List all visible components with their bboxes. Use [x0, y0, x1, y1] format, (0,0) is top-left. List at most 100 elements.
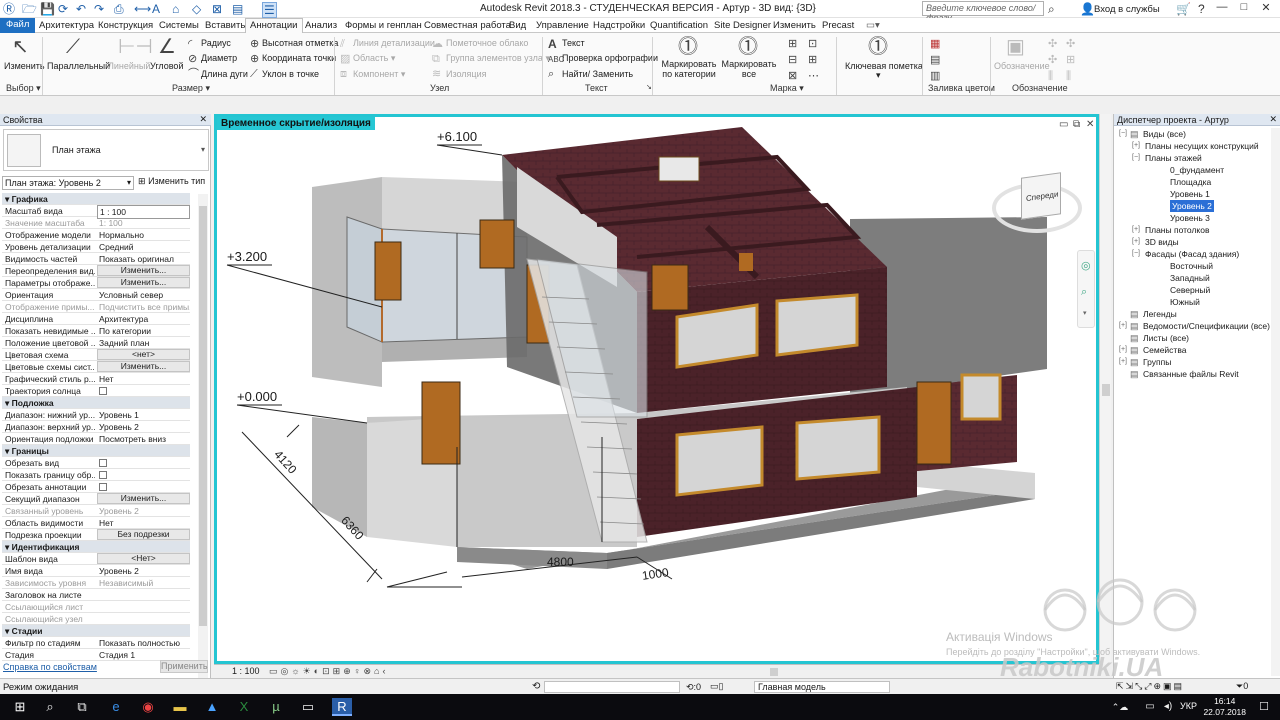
- property-value[interactable]: Задний план: [97, 337, 190, 349]
- workset-dropdown[interactable]: [544, 681, 680, 693]
- property-section[interactable]: ▾ Подложка: [2, 397, 190, 409]
- browser-scrollbar[interactable]: [1271, 128, 1280, 676]
- path-reinf-icon[interactable]: ✣: [1048, 53, 1057, 67]
- tab-manage[interactable]: Управление: [532, 19, 593, 33]
- system-clock[interactable]: 16:14 22.07.2018: [1203, 696, 1246, 718]
- tab-systems[interactable]: Системы: [155, 19, 203, 33]
- browser-tree-item[interactable]: Семейства: [1143, 344, 1186, 356]
- linear-dim-button[interactable]: Линейный: [108, 61, 150, 71]
- tab-precast[interactable]: Precast: [818, 19, 858, 33]
- search-input[interactable]: Введите ключевое слово/фразу: [922, 1, 1044, 23]
- tag-beam-icon[interactable]: ⊠: [788, 69, 797, 83]
- group-dimension[interactable]: Размер ▾: [172, 83, 210, 94]
- browser-tree-item[interactable]: Связанные файлы Revit: [1143, 368, 1239, 380]
- type-dropdown-icon[interactable]: ▾: [201, 145, 205, 154]
- arc-length-button[interactable]: Длина дуги: [201, 69, 248, 79]
- duct-legend-icon[interactable]: ▤: [930, 53, 940, 67]
- design-option-dropdown[interactable]: Главная модель: [754, 681, 890, 693]
- viewport-hscroll-thumb[interactable]: [770, 668, 778, 676]
- revision-cloud-button[interactable]: Пометочное облако: [446, 38, 528, 48]
- browser-tree-item[interactable]: Легенды: [1143, 308, 1177, 320]
- browser-tree-item[interactable]: Фасады (Фасад здания): [1145, 248, 1239, 260]
- diameter-button[interactable]: Диаметр: [201, 53, 237, 63]
- zoom-icon[interactable]: ⌕: [1081, 286, 1087, 299]
- tray-icons[interactable]: ⌃☁: [1110, 698, 1130, 716]
- group-text[interactable]: Текст: [585, 83, 608, 93]
- property-value[interactable]: Нормально: [97, 229, 190, 241]
- tag-stair-icon[interactable]: ⋯: [808, 69, 819, 83]
- help-icon[interactable]: ?: [1198, 2, 1205, 16]
- browser-tree-item[interactable]: Планы несущих конструкций: [1145, 140, 1259, 152]
- tab-modify[interactable]: Изменить: [769, 19, 820, 33]
- spot-elevation-button[interactable]: Высотная отметка: [262, 38, 338, 48]
- cart-icon[interactable]: 🛒: [1176, 2, 1191, 16]
- property-value[interactable]: Нет: [97, 517, 190, 529]
- design-options-icon[interactable]: ▭▯: [710, 681, 723, 692]
- edit-type-button[interactable]: ⊞ Изменить тип: [138, 176, 205, 187]
- start-icon[interactable]: ⊞: [10, 698, 30, 716]
- tree-expander-icon[interactable]: [+]: [1119, 322, 1127, 329]
- region-button[interactable]: Область ▾: [353, 53, 395, 64]
- redo-icon[interactable]: ↷: [94, 2, 104, 16]
- ribbon-toggle-icon[interactable]: ▭▾: [862, 19, 884, 33]
- component-button[interactable]: Компонент ▾: [353, 69, 405, 80]
- spell-check-button[interactable]: Проверка орфографии: [562, 53, 658, 63]
- tab-collaborate[interactable]: Совместная работа: [420, 19, 515, 33]
- view-cube[interactable]: Спереди: [1021, 172, 1061, 220]
- pipe-legend-icon[interactable]: ▥: [930, 69, 940, 83]
- browser-tree-item[interactable]: Уровень 1: [1170, 188, 1210, 200]
- keynote-dropdown-icon[interactable]: ▾: [876, 70, 881, 81]
- fabric-reinf-icon[interactable]: ⊞: [1066, 53, 1075, 67]
- filter-icon[interactable]: ⏷0: [1236, 681, 1248, 692]
- properties-scrollbar[interactable]: [198, 194, 208, 720]
- browser-tree-item[interactable]: Планы потолков: [1145, 224, 1209, 236]
- browser-tree-item[interactable]: Площадка: [1170, 176, 1211, 188]
- tag-all-button[interactable]: Маркировать все: [720, 59, 778, 79]
- property-button[interactable]: Изменить...: [97, 493, 190, 504]
- apply-button[interactable]: Применить: [160, 660, 208, 673]
- browser-tree-item[interactable]: Южный: [1170, 296, 1200, 308]
- steering-wheel-icon[interactable]: ◎: [1081, 259, 1091, 272]
- property-checkbox[interactable]: [99, 471, 107, 479]
- property-value[interactable]: По категории: [97, 325, 190, 337]
- tab-addins[interactable]: Надстройки: [589, 19, 649, 33]
- property-value[interactable]: Архитектура: [97, 313, 190, 325]
- tree-expander-icon[interactable]: [−]: [1132, 250, 1140, 257]
- revit-taskbar-icon[interactable]: R: [332, 698, 352, 716]
- tag-area-icon[interactable]: ⊟: [788, 53, 797, 67]
- measure-icon[interactable]: ⟷: [134, 2, 151, 16]
- tag-icon[interactable]: A: [152, 2, 160, 16]
- property-checkbox[interactable]: [99, 459, 107, 467]
- tree-expander-icon[interactable]: [+]: [1132, 238, 1140, 245]
- browser-tree-item[interactable]: Листы (все): [1143, 332, 1189, 344]
- find-replace-button[interactable]: Найти/ Заменить: [562, 69, 633, 79]
- browser-tree-item[interactable]: Уровень 2: [1170, 200, 1214, 212]
- text-button[interactable]: Текст: [562, 38, 585, 48]
- tab-annotate[interactable]: Аннотации: [245, 18, 303, 34]
- user-icon[interactable]: 👤: [1080, 2, 1095, 16]
- browser-tree-item[interactable]: Ведомости/Спецификации (все): [1143, 320, 1270, 332]
- terminal-icon[interactable]: ▭: [298, 698, 318, 716]
- property-value[interactable]: Уровень 2: [97, 421, 190, 433]
- signin-link[interactable]: Вход в службы: [1094, 4, 1160, 15]
- properties-close-icon[interactable]: ✕: [199, 114, 207, 125]
- tree-expander-icon[interactable]: [+]: [1119, 358, 1127, 365]
- section-icon[interactable]: ◇: [192, 2, 201, 16]
- excel-icon[interactable]: X: [234, 698, 254, 716]
- tree-expander-icon[interactable]: [−]: [1119, 130, 1127, 137]
- text-settings-arrow-icon[interactable]: ↘: [646, 83, 652, 91]
- view-control-icons[interactable]: ▭◎☼☀◐⊡⊞⊕♀⊗⌂‹: [269, 666, 388, 677]
- viewport-minimize-button[interactable]: ▭: [1059, 119, 1068, 130]
- tab-insert[interactable]: Вставить: [201, 19, 249, 33]
- properties-help-link[interactable]: Справка по свойствам: [3, 662, 97, 672]
- switch-windows-icon[interactable]: ▤: [232, 2, 243, 16]
- modify-button[interactable]: Изменить: [4, 61, 45, 71]
- property-value[interactable]: Посмотреть вниз: [97, 433, 190, 445]
- instance-filter-dropdown[interactable]: План этажа: Уровень 2 ▾: [2, 176, 134, 190]
- property-checkbox[interactable]: [99, 387, 107, 395]
- property-value[interactable]: Средний: [97, 241, 190, 253]
- viewport-close-button[interactable]: ✕: [1086, 119, 1094, 130]
- property-section[interactable]: ▾ Стадии: [2, 625, 190, 637]
- browser-tree-item[interactable]: 3D виды: [1145, 236, 1179, 248]
- minimize-button[interactable]: —: [1210, 1, 1234, 16]
